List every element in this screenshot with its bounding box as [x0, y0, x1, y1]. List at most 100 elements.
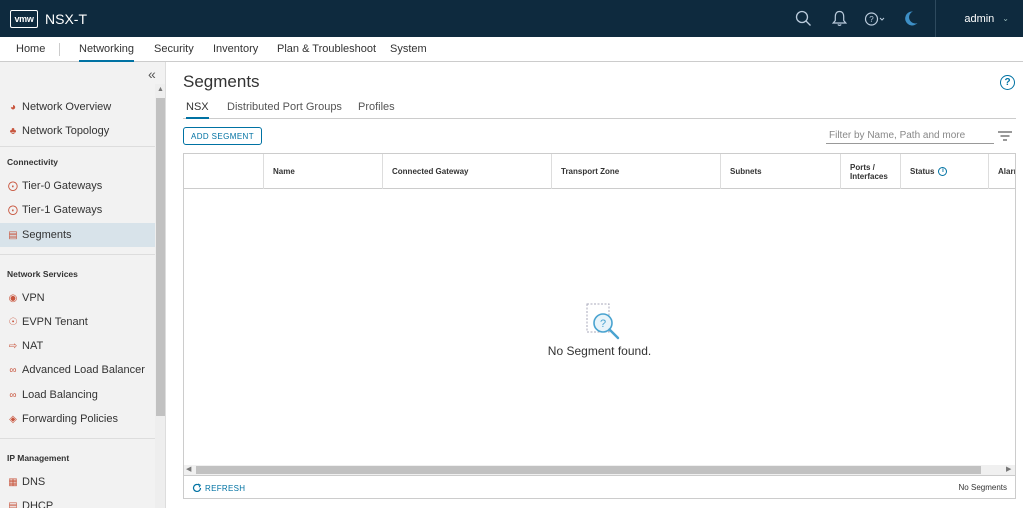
nat-icon: ⇨	[8, 340, 18, 352]
sidebar-item-label: DNS	[22, 476, 46, 488]
sidebar-divider	[0, 146, 155, 147]
scroll-right-icon[interactable]: ▶	[1006, 465, 1011, 473]
sidebar-item-label: Advanced Load Balancer	[22, 364, 145, 376]
user-menu[interactable]: admin ⌄	[944, 13, 1023, 25]
sidebar-scrollbar[interactable]: ▲	[155, 84, 165, 508]
sidebar-item-label: Tier-0 Gateways	[22, 180, 103, 192]
header-divider	[935, 0, 937, 37]
add-segment-button[interactable]: ADD SEGMENT	[183, 127, 262, 145]
nav-tab-networking[interactable]: Networking	[79, 37, 135, 62]
column-alarms[interactable]: Alarr	[988, 154, 1015, 189]
sidebar-item-label: Forwarding Policies	[22, 413, 118, 425]
vmware-logo[interactable]: vmw	[10, 9, 38, 28]
sidebar-item-forwarding-policies[interactable]: ◈ Forwarding Policies	[0, 407, 155, 431]
column-connected-gateway[interactable]: Connected Gateway	[382, 154, 551, 189]
scroll-left-icon[interactable]: ◀	[186, 465, 191, 473]
sidebar-item-label: Network Overview	[22, 101, 112, 113]
horizontal-scrollbar[interactable]: ◀ ▶	[184, 465, 1015, 475]
sidebar-item-load-balancing[interactable]: ∞ Load Balancing	[0, 383, 155, 407]
empty-state: ? No Segment found.	[184, 189, 1015, 465]
filter-input[interactable]	[826, 128, 994, 144]
sidebar-item-label: Load Balancing	[22, 389, 98, 401]
no-results-icon: ?	[586, 303, 620, 340]
help-icon[interactable]: ?	[1000, 75, 1015, 90]
page-title: Segments	[183, 72, 260, 91]
gateway-icon: ⨀	[8, 204, 18, 216]
header-actions: ? admin ⌄	[785, 0, 1023, 37]
segments-icon: ▤	[8, 229, 18, 241]
column-name[interactable]: Name	[263, 154, 382, 189]
user-name: admin	[964, 12, 995, 25]
column-status[interactable]: Status i	[900, 154, 988, 189]
chevron-down-icon: ⌄	[1002, 14, 1009, 23]
refresh-button[interactable]: REFRESH	[192, 483, 245, 493]
sidebar-item-network-overview[interactable]: ◕ Network Overview	[0, 95, 155, 119]
column-subnets[interactable]: Subnets	[720, 154, 840, 189]
sidebar-item-dns[interactable]: ▦ DNS	[0, 470, 155, 494]
column-select	[184, 154, 263, 189]
segments-datagrid: Name Connected Gateway Transport Zone Su…	[183, 153, 1016, 499]
search-icon[interactable]	[785, 0, 821, 37]
evpn-icon: ☉	[8, 316, 18, 328]
sidebar-item-dhcp[interactable]: ▤ DHCP	[0, 494, 155, 508]
sidebar-item-network-topology[interactable]: ♣ Network Topology	[0, 119, 155, 143]
topology-icon: ♣	[9, 125, 17, 137]
gauge-icon: ◕	[9, 101, 17, 113]
collapse-sidebar-icon[interactable]: «	[148, 66, 156, 82]
svg-text:?: ?	[870, 15, 875, 24]
sidebar-item-label: Network Topology	[22, 125, 110, 137]
scroll-up-icon[interactable]: ▲	[157, 86, 164, 93]
sidebar-item-label: NAT	[22, 340, 44, 352]
refresh-icon	[192, 483, 202, 493]
nav-tab-plan-troubleshoot[interactable]: Plan & Troubleshoot	[277, 37, 376, 62]
nav-tab-home[interactable]: Home	[16, 37, 45, 62]
sidebar-item-label: Segments	[22, 229, 72, 241]
scrollbar-thumb[interactable]	[156, 98, 165, 416]
moon-icon[interactable]	[893, 0, 929, 37]
top-header: vmw NSX-T ? admin ⌄	[0, 0, 1023, 37]
row-count: No Segments	[958, 483, 1007, 492]
refresh-label: REFRESH	[205, 483, 246, 493]
subtab-profiles[interactable]: Profiles	[358, 97, 395, 119]
subtab-nsx[interactable]: NSX	[186, 97, 209, 119]
sidebar-item-evpn-tenant[interactable]: ☉ EVPN Tenant	[0, 310, 155, 334]
sidebar-section-heading: Connectivity	[7, 157, 59, 167]
scrollbar-thumb[interactable]	[196, 466, 981, 474]
nav-tab-inventory[interactable]: Inventory	[213, 37, 258, 62]
nav-separator	[59, 43, 60, 56]
sidebar-divider	[0, 438, 155, 439]
filter-icon[interactable]	[998, 131, 1012, 141]
nav-tab-security[interactable]: Security	[154, 37, 194, 62]
dhcp-icon: ▤	[8, 500, 18, 508]
segment-subtabs: NSX Distributed Port Groups Profiles	[183, 97, 1016, 119]
grid-footer: REFRESH No Segments	[184, 475, 1015, 498]
empty-state-text: No Segment found.	[547, 344, 652, 358]
column-label: Ports / Interfaces	[850, 162, 888, 181]
sidebar-item-nat[interactable]: ⇨ NAT	[0, 334, 155, 358]
subtab-distributed-port-groups[interactable]: Distributed Port Groups	[227, 97, 342, 119]
sidebar-section-heading: Network Services	[7, 269, 78, 279]
column-label: Status	[910, 167, 935, 176]
sidebar-item-tier1-gateways[interactable]: ⨀ Tier-1 Gateways	[0, 198, 155, 222]
app-title[interactable]: NSX-T	[45, 11, 87, 27]
sidebar-item-advanced-load-balancer[interactable]: ∞ Advanced Load Balancer	[0, 358, 155, 382]
sidebar-item-label: DHCP	[22, 500, 54, 508]
main-nav: Home Networking Security Inventory Plan …	[0, 37, 1023, 62]
nav-tab-system[interactable]: System	[390, 37, 427, 62]
help-menu-icon[interactable]: ?	[857, 0, 893, 37]
sidebar-item-tier0-gateways[interactable]: ⨀ Tier-0 Gateways	[0, 174, 155, 198]
vpn-icon: ◉	[8, 292, 18, 304]
sidebar-item-label: EVPN Tenant	[22, 316, 88, 328]
column-ports-interfaces[interactable]: Ports / Interfaces	[840, 154, 900, 189]
sidebar-item-segments[interactable]: ▤ Segments	[0, 223, 155, 247]
column-transport-zone[interactable]: Transport Zone	[551, 154, 720, 189]
sidebar-item-label: VPN	[22, 292, 45, 304]
forwarding-icon: ◈	[9, 413, 17, 425]
svg-text:?: ?	[600, 318, 606, 330]
sidebar-section-heading: IP Management	[7, 453, 70, 463]
info-icon[interactable]: i	[938, 167, 948, 176]
load-balancer-icon: ∞	[9, 364, 17, 376]
sidebar-item-vpn[interactable]: ◉ VPN	[0, 286, 155, 310]
dns-icon: ▦	[8, 476, 18, 488]
bell-icon[interactable]	[821, 0, 857, 37]
